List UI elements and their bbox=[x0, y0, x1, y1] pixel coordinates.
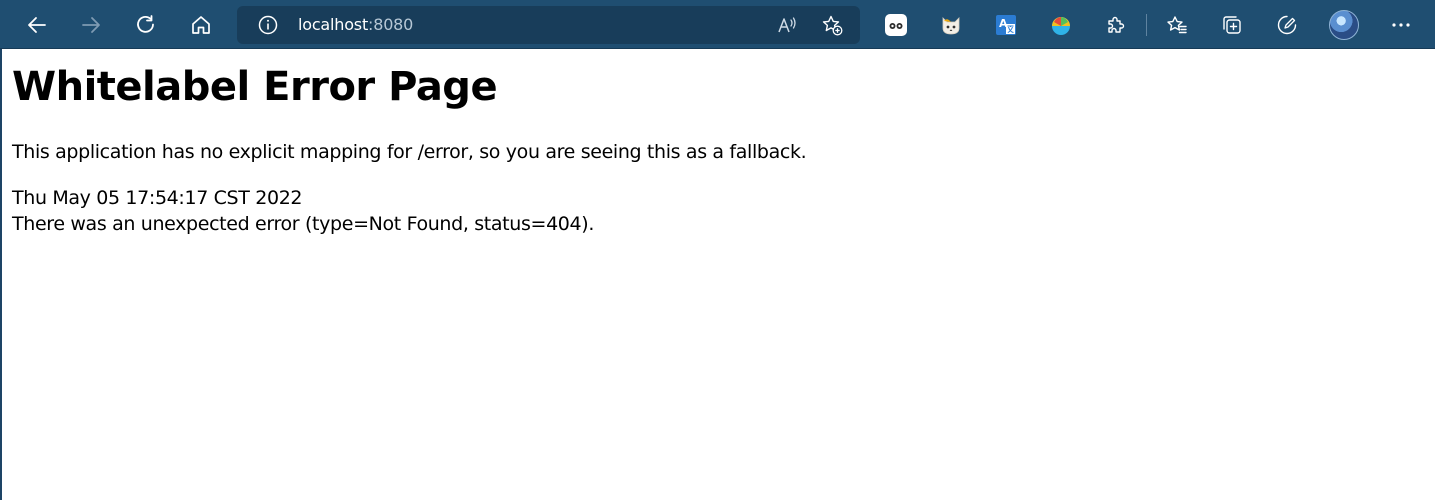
profile-avatar bbox=[1329, 10, 1359, 40]
collections-icon bbox=[1223, 16, 1241, 34]
url-text[interactable]: localhost:8080 bbox=[298, 15, 413, 34]
cat-extension-icon bbox=[942, 17, 960, 35]
error-timestamp: Thu May 05 17:54:17 CST 2022 bbox=[12, 187, 303, 209]
error-message: This application has no explicit mapping… bbox=[12, 141, 807, 163]
page-title: Whitelabel Error Page bbox=[12, 64, 498, 110]
translate-extension-icon: A bbox=[996, 15, 1016, 35]
profile-button[interactable] bbox=[1327, 8, 1361, 42]
ghost-extension-icon bbox=[885, 14, 907, 36]
extensions-puzzle-icon bbox=[1108, 16, 1125, 33]
more-menu-icon bbox=[1392, 23, 1410, 27]
read-aloud-icon bbox=[778, 17, 796, 33]
cat-extension-button[interactable] bbox=[934, 8, 968, 42]
url-host: localhost bbox=[298, 15, 369, 34]
add-favorite-button[interactable] bbox=[815, 8, 849, 42]
info-icon[interactable] bbox=[257, 14, 279, 36]
performance-button[interactable] bbox=[1270, 8, 1304, 42]
toolbar-divider bbox=[1146, 14, 1147, 36]
translate-extension-button[interactable]: A bbox=[989, 8, 1023, 42]
page-content: Whitelabel Error Page This application h… bbox=[12, 49, 1412, 237]
address-bar[interactable]: localhost:8080 bbox=[237, 6, 860, 44]
url-port: :8080 bbox=[368, 15, 414, 34]
more-menu-button[interactable] bbox=[1384, 8, 1418, 42]
favorites-icon bbox=[1167, 16, 1187, 34]
ghost-extension-button[interactable] bbox=[879, 8, 913, 42]
read-aloud-button[interactable] bbox=[770, 8, 804, 42]
refresh-button[interactable] bbox=[129, 8, 163, 42]
favorites-button[interactable] bbox=[1160, 8, 1194, 42]
refresh-icon bbox=[137, 15, 154, 33]
error-status: There was an unexpected error (type=Not … bbox=[12, 213, 595, 235]
ball-extension-button[interactable] bbox=[1044, 8, 1078, 42]
home-button[interactable] bbox=[184, 8, 218, 42]
forward-arrow-icon bbox=[82, 17, 100, 33]
back-arrow-icon bbox=[28, 17, 46, 33]
add-favorite-icon bbox=[822, 15, 843, 36]
home-icon bbox=[192, 16, 210, 34]
browser-toolbar: localhost:8080 A bbox=[0, 0, 1435, 49]
forward-button[interactable] bbox=[74, 8, 108, 42]
back-button[interactable] bbox=[20, 8, 54, 42]
collections-button[interactable] bbox=[1215, 8, 1249, 42]
window-edge bbox=[0, 49, 2, 500]
extensions-button[interactable] bbox=[1099, 8, 1133, 42]
ball-extension-icon bbox=[1052, 17, 1070, 35]
performance-icon bbox=[1277, 15, 1297, 35]
error-details: Thu May 05 17:54:17 CST 2022 There was a… bbox=[12, 185, 1412, 237]
